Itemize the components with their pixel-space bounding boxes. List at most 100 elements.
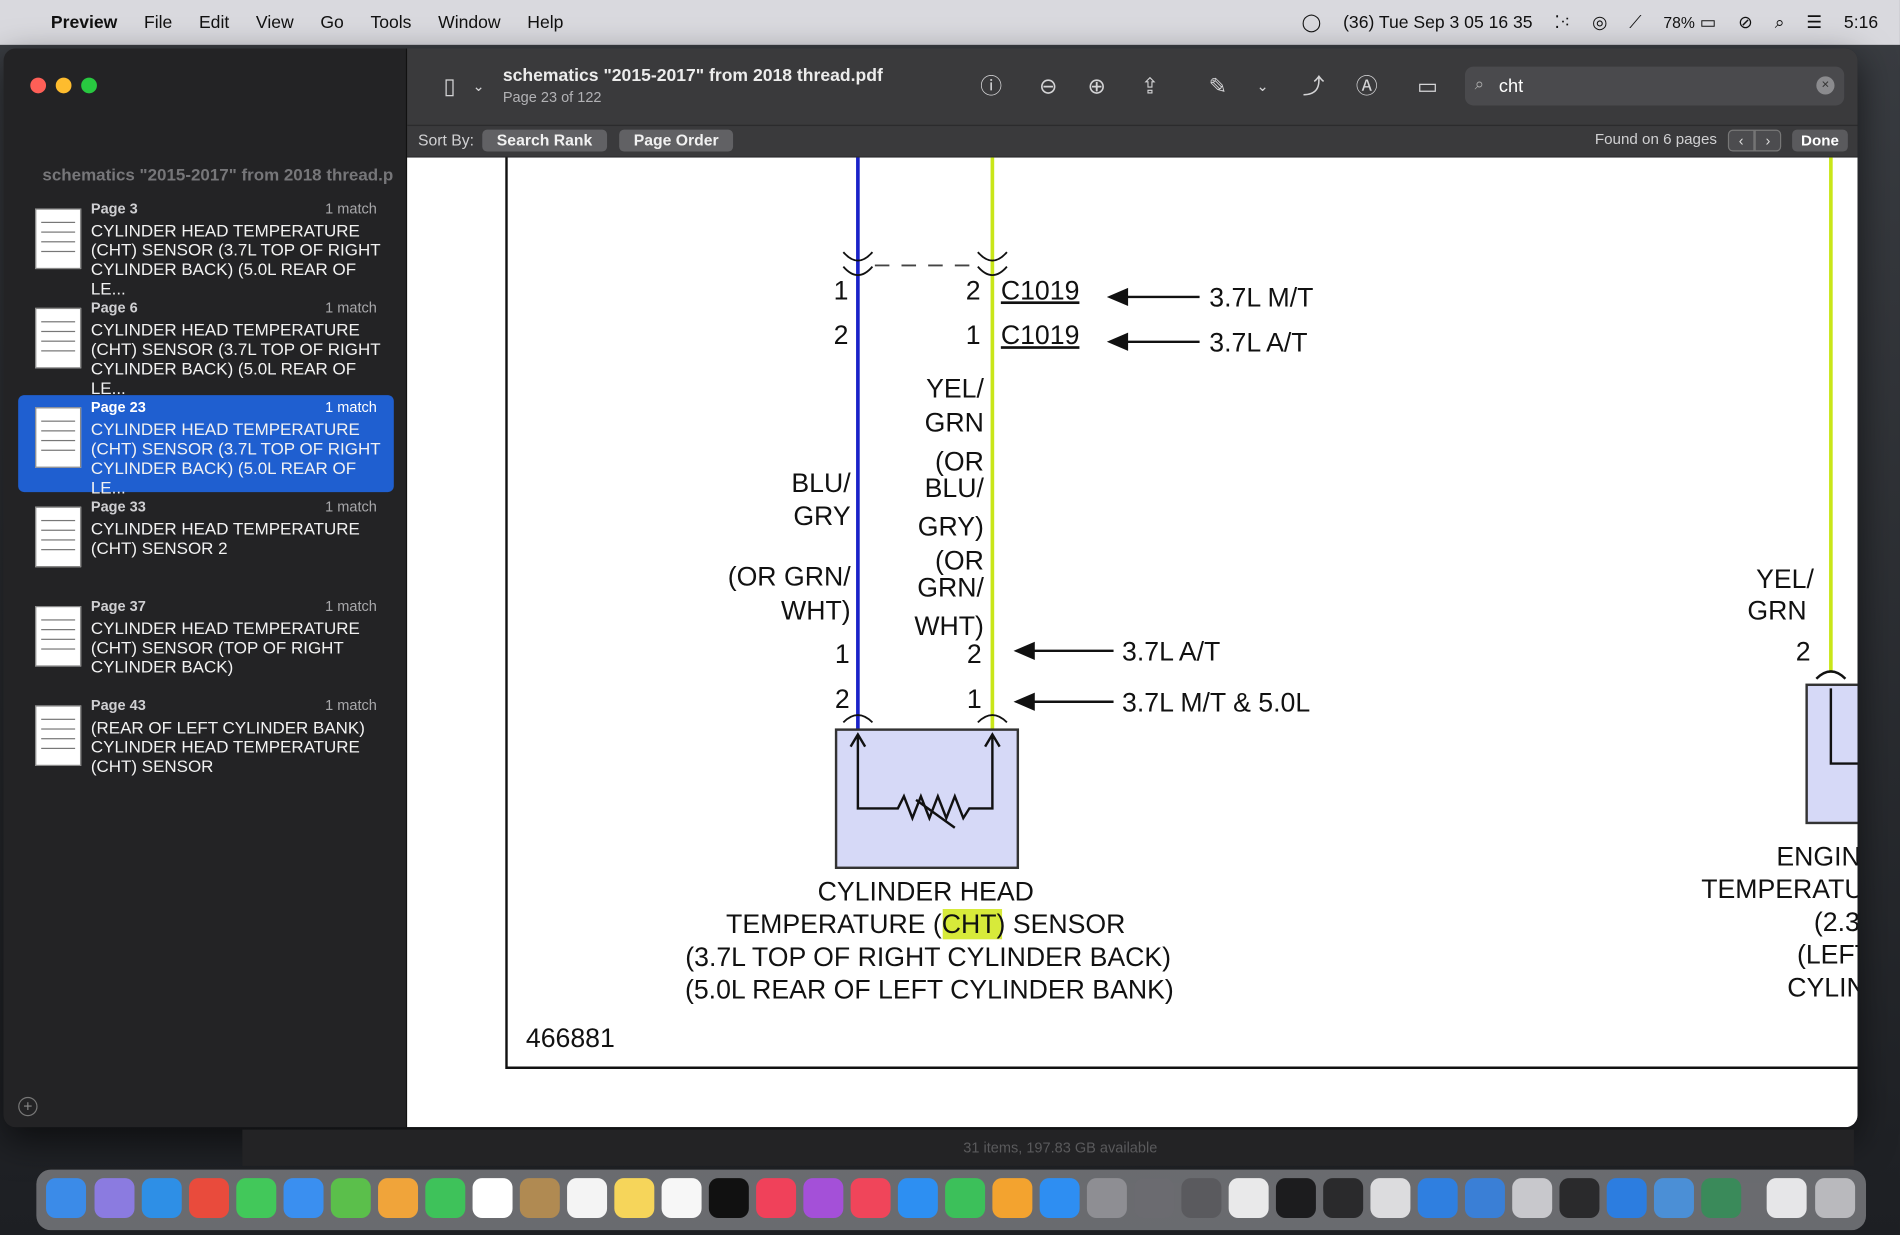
pen-slash-icon[interactable]: ⟋ <box>1629 13 1641 32</box>
podcasts-icon[interactable] <box>803 1178 844 1219</box>
globe-icon[interactable] <box>1653 1178 1694 1219</box>
freeform-icon[interactable] <box>661 1178 702 1219</box>
connector-id-c1019: C1019 <box>1001 275 1080 305</box>
markup-icon[interactable]: Ⓐ <box>1351 70 1383 102</box>
info-icon[interactable]: ⓘ <box>975 70 1007 102</box>
remote-desktop-icon[interactable] <box>1606 1178 1647 1219</box>
wire-label-yel-grn: YEL/ GRN (OR BLU/ GRY) (OR GRN/ WHT) <box>914 374 984 642</box>
airdrop-icon[interactable]: ◎ <box>1592 13 1607 32</box>
zoom-in-icon[interactable]: ⊕ <box>1081 70 1113 102</box>
caption-line: (3.7L TOP OF RIGHT CYLINDER BACK) <box>685 942 1171 972</box>
search-result-page-43[interactable]: Page 43 1 match (REAR OF LEFT CYLINDER B… <box>18 693 394 790</box>
documents-folder-icon[interactable] <box>1766 1178 1807 1219</box>
migration-assistant-icon[interactable] <box>1701 1178 1742 1219</box>
keynote-icon[interactable] <box>897 1178 938 1219</box>
sort-page-order-button[interactable]: Page Order <box>619 129 734 152</box>
search-field[interactable]: ⌕ × <box>1464 66 1845 106</box>
system-settings-icon[interactable] <box>1086 1178 1127 1219</box>
calculator-icon[interactable] <box>1181 1178 1222 1219</box>
facetime-icon[interactable] <box>425 1178 466 1219</box>
minimize-window-button[interactable] <box>55 77 72 94</box>
terminal-icon[interactable] <box>1275 1178 1316 1219</box>
pages-icon[interactable] <box>992 1178 1033 1219</box>
activity-icon[interactable]: ⁚⁖ <box>1554 13 1570 32</box>
pin-number: 1 <box>966 320 981 350</box>
finder-status-text: 31 items, 197.83 GB available <box>963 1139 1158 1157</box>
menubar-clock[interactable]: 5:16 <box>1844 13 1878 32</box>
bluetooth-icon[interactable] <box>1417 1178 1458 1219</box>
sidebar-toggle-icon[interactable]: ▯ <box>434 70 466 102</box>
menu-window[interactable]: Window <box>438 13 500 32</box>
wifi-off-icon[interactable]: ⊘ <box>1738 13 1753 32</box>
menu-help[interactable]: Help <box>527 13 563 32</box>
share-icon[interactable]: ⇪ <box>1134 70 1166 102</box>
wire-label-line: YEL/ <box>1756 564 1814 594</box>
preview-icon[interactable] <box>1370 1178 1411 1219</box>
add-plus-icon[interactable]: + <box>18 1096 38 1117</box>
disk-utility-icon[interactable] <box>1512 1178 1553 1219</box>
menu-go[interactable]: Go <box>320 13 343 32</box>
wire-label-line: (OR <box>935 546 984 576</box>
messages-icon[interactable] <box>236 1178 277 1219</box>
calendar-icon[interactable] <box>472 1178 513 1219</box>
menu-tools[interactable]: Tools <box>370 13 411 32</box>
app-menu[interactable]: Preview <box>51 13 117 32</box>
music-icon[interactable] <box>756 1178 797 1219</box>
close-window-button[interactable] <box>30 77 47 94</box>
previous-match-chevron-left-icon[interactable]: ‹ <box>1727 129 1755 152</box>
search-icon: ⌕ <box>1474 73 1485 94</box>
photos-icon[interactable] <box>378 1178 419 1219</box>
sensor-caption: CYLINDER HEAD TEMPERATURE (CHT) SENSOR (… <box>685 877 1174 1005</box>
trash-icon[interactable] <box>1815 1178 1856 1219</box>
chrome-icon[interactable] <box>189 1178 230 1219</box>
news-icon[interactable] <box>850 1178 891 1219</box>
spotlight-search-icon[interactable]: ⌕ <box>1775 13 1785 32</box>
fullscreen-window-button[interactable] <box>81 77 97 94</box>
record-icon[interactable]: ◯ <box>1302 13 1322 32</box>
figure-number: 466881 <box>526 1023 615 1053</box>
next-match-chevron-right-icon[interactable]: › <box>1754 129 1782 152</box>
highlight-pen-icon[interactable]: ✎ <box>1202 70 1234 102</box>
done-button[interactable]: Done <box>1792 129 1848 152</box>
numbers-icon[interactable] <box>945 1178 986 1219</box>
search-result-page-23[interactable]: Page 23 1 match CYLINDER HEAD TEMPERATUR… <box>18 395 394 497</box>
form-fill-icon[interactable]: ▭ <box>1412 70 1444 102</box>
sort-search-rank-button[interactable]: Search Rank <box>482 129 607 152</box>
app-store-icon[interactable] <box>1039 1178 1080 1219</box>
activity-monitor-icon[interactable] <box>1323 1178 1364 1219</box>
notes-icon[interactable] <box>614 1178 655 1219</box>
search-result-page-3[interactable]: Page 3 1 match CYLINDER HEAD TEMPERATURE… <box>18 196 394 298</box>
network-utility-icon[interactable] <box>1464 1178 1505 1219</box>
search-input[interactable] <box>1498 71 1802 101</box>
menu-view[interactable]: View <box>256 13 294 32</box>
search-result-page-6[interactable]: Page 6 1 match CYLINDER HEAD TEMPERATURE… <box>18 296 394 398</box>
status-area: ◯ (36) Tue Sep 3 05 16 35 ⁚⁖ ◎ ⟋ 78% ▭ ⊘… <box>1302 0 1900 45</box>
result-snippet: CYLINDER HEAD TEMPERATURE (CHT) SENSOR (… <box>90 220 381 299</box>
clear-search-icon[interactable]: × <box>1816 76 1835 95</box>
reminders-icon[interactable] <box>567 1178 608 1219</box>
finder-icon[interactable] <box>46 1178 87 1219</box>
menu-edit[interactable]: Edit <box>199 13 229 32</box>
chevron-down-icon[interactable]: ⌄ <box>463 70 495 102</box>
battery-icon[interactable]: ▭ <box>1700 13 1717 32</box>
wire-label-line: GRN <box>1747 595 1806 625</box>
mail-icon[interactable] <box>283 1178 324 1219</box>
contacts-icon[interactable] <box>519 1178 560 1219</box>
rotate-icon[interactable]: ⤴ <box>1298 70 1330 102</box>
search-result-page-33[interactable]: Page 33 1 match CYLINDER HEAD TEMPERATUR… <box>18 494 394 591</box>
zoom-out-icon[interactable]: ⊖ <box>1032 70 1064 102</box>
script-editor-icon[interactable] <box>1228 1178 1269 1219</box>
menu-file[interactable]: File <box>144 13 172 32</box>
pin-number: 1 <box>835 639 850 669</box>
search-result-page-37[interactable]: Page 37 1 match CYLINDER HEAD TEMPERATUR… <box>18 594 394 691</box>
control-center-icon[interactable]: ☰ <box>1806 13 1822 32</box>
document-page[interactable]: 1 2 2 1 1 2 2 1 2 C1019 C1019 3.7L M/T 3… <box>407 157 1858 1128</box>
arrow-left-icon <box>1106 287 1200 307</box>
highlight-options-chevron-icon[interactable]: ⌄ <box>1247 70 1279 102</box>
apple-tv-icon[interactable] <box>708 1178 749 1219</box>
launchpad-icon[interactable] <box>94 1178 135 1219</box>
console-icon[interactable] <box>1559 1178 1600 1219</box>
safari-icon[interactable] <box>141 1178 182 1219</box>
automator-icon[interactable] <box>1134 1178 1175 1219</box>
maps-icon[interactable] <box>330 1178 371 1219</box>
